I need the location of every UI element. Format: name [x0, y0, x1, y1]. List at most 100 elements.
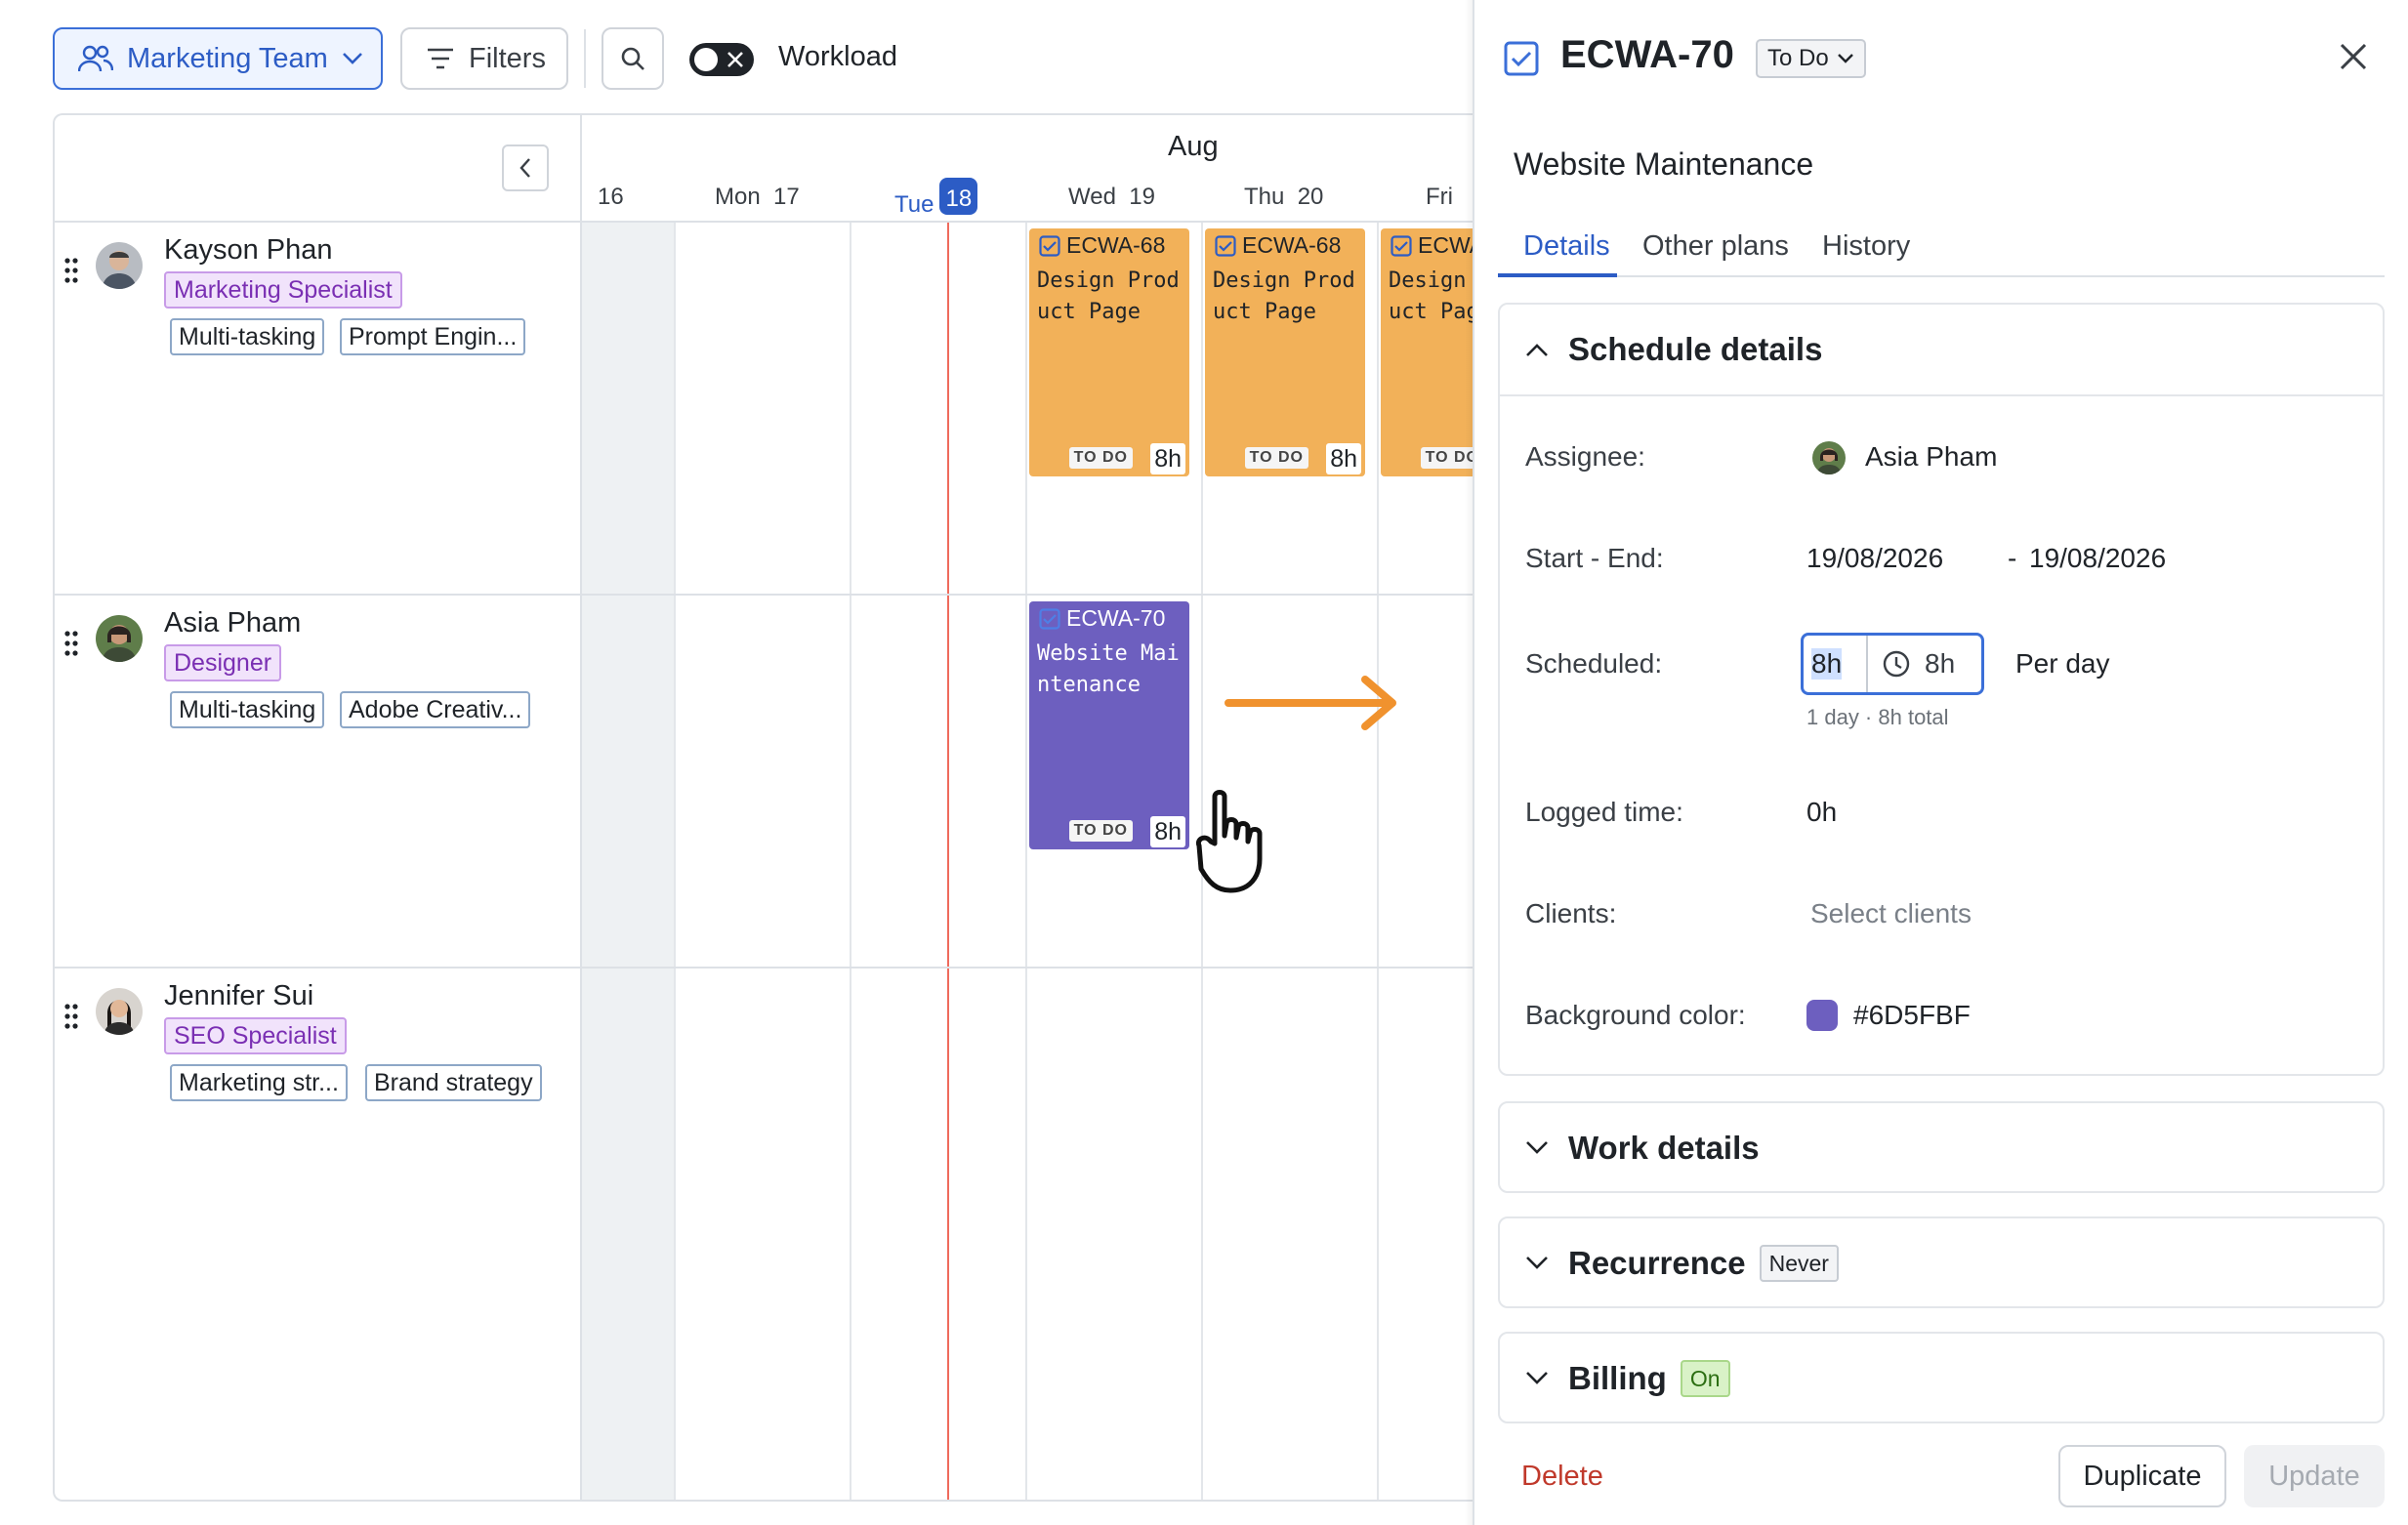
task-card[interactable]: ECWA-68 Design Product Page TO DO 8h: [1029, 228, 1189, 476]
search-button[interactable]: [602, 27, 664, 90]
status-dropdown[interactable]: To Do: [1756, 39, 1866, 78]
task-checkbox-icon[interactable]: [1504, 41, 1539, 76]
task-status-badge: TO DO: [1068, 820, 1133, 842]
recurrence-toggle[interactable]: Recurrence Never: [1525, 1218, 1839, 1308]
day-header[interactable]: Mon 17: [715, 184, 800, 211]
filters-button[interactable]: Filters: [400, 27, 568, 90]
clients-select[interactable]: Select clients: [1810, 898, 1972, 929]
section-divider: [1500, 394, 2383, 396]
task-hours: 8h: [1150, 816, 1185, 847]
scheduled-time-value: 8h: [1925, 648, 1956, 679]
task-id-heading: ECWA-70: [1560, 33, 1734, 76]
task-card-selected[interactable]: ECWA-70 Website Maintenance TO DO 8h: [1029, 601, 1189, 849]
panel-tabs: Details Other plans History: [1498, 227, 2385, 277]
recurrence-section[interactable]: Recurrence Never: [1498, 1216, 2385, 1308]
drag-direction-arrow-icon: [1225, 676, 1396, 730]
assignee-avatar: [1812, 441, 1846, 474]
task-status-badge: TO DO: [1244, 447, 1308, 469]
drag-handle-icon[interactable]: [64, 1004, 78, 1029]
scheduled-hours-input[interactable]: 8h 8h: [1801, 633, 1984, 695]
tab-details[interactable]: Details: [1523, 230, 1610, 263]
status-value: To Do: [1767, 45, 1829, 71]
skill-tag: Multi-tasking: [170, 318, 325, 355]
color-swatch[interactable]: [1806, 1000, 1838, 1031]
task-card[interactable]: ECWA-68 Design Product Page TO DO 8h: [1205, 228, 1365, 476]
day-header[interactable]: Wed 19: [1068, 184, 1155, 211]
close-icon[interactable]: [2338, 41, 2369, 72]
task-id: ECWA-68: [1242, 232, 1342, 258]
scheduled-time-field[interactable]: 8h: [1868, 648, 1955, 680]
avatar: [96, 242, 143, 289]
workload-toggle[interactable]: [689, 43, 754, 76]
section-title: Work details: [1568, 1130, 1760, 1166]
billing-section[interactable]: Billing On: [1498, 1332, 2385, 1423]
background-color-value[interactable]: #6D5FBF: [1853, 1000, 1971, 1031]
active-tab-indicator: [1498, 273, 1617, 277]
person-name: Asia Pham: [164, 607, 302, 639]
scheduled-label: Scheduled:: [1525, 648, 1663, 679]
search-icon: [621, 47, 644, 70]
scheduled-hours-field[interactable]: 8h: [1804, 636, 1868, 692]
skill-tag: Multi-tasking: [170, 691, 325, 728]
day-header-today[interactable]: Tue 18: [894, 178, 978, 221]
day-header[interactable]: Thu 20: [1244, 184, 1323, 211]
skill-tag: Adobe Creativ...: [340, 691, 531, 728]
team-selector-button[interactable]: Marketing Team: [53, 27, 383, 90]
task-checkbox-icon: [1039, 234, 1060, 257]
day-number: 20: [1297, 184, 1324, 210]
duplicate-button[interactable]: Duplicate: [2058, 1445, 2226, 1507]
task-hours: 8h: [1326, 443, 1361, 474]
role-badge: SEO Specialist: [164, 1017, 347, 1054]
schedule-details-toggle[interactable]: Schedule details: [1525, 305, 1822, 394]
tab-other-plans[interactable]: Other plans: [1642, 230, 1789, 263]
assignee-value[interactable]: Asia Pham: [1865, 441, 1997, 473]
day-header[interactable]: Fri: [1426, 184, 1453, 211]
recurrence-badge: Never: [1759, 1245, 1839, 1282]
skill-tag: Brand strategy: [365, 1064, 542, 1101]
task-id: ECWA-70: [1066, 605, 1166, 631]
start-date-input[interactable]: 19/08/2026: [1806, 543, 1943, 574]
day-header[interactable]: 16: [598, 184, 624, 211]
task-card-id-row: ECWA-70: [1039, 605, 1165, 632]
users-icon: [78, 45, 113, 72]
toolbar: Marketing Team Filters Workload: [0, 0, 1473, 113]
pointer-hand-icon: [1195, 790, 1263, 893]
clock-icon: [1883, 650, 1910, 678]
billing-toggle[interactable]: Billing On: [1525, 1334, 1730, 1423]
tab-history[interactable]: History: [1822, 230, 1910, 263]
day-number: 19: [1129, 184, 1155, 210]
work-details-section[interactable]: Work details: [1498, 1101, 2385, 1193]
work-details-toggle[interactable]: Work details: [1525, 1103, 1760, 1193]
today-indicator-line: [947, 221, 949, 1500]
toolbar-divider: [584, 29, 586, 88]
day-number: 16: [598, 184, 624, 210]
row-divider: [55, 967, 1473, 969]
day-divider: [850, 221, 851, 1500]
task-id: ECWA-68: [1066, 232, 1166, 258]
weekend-shading: [582, 221, 674, 1500]
scheduled-summary: 1 day · 8h total: [1806, 705, 1949, 729]
end-date-input[interactable]: 19/08/2026: [2029, 543, 2166, 574]
update-button[interactable]: Update: [2244, 1445, 2385, 1507]
collapse-sidebar-button[interactable]: [502, 144, 549, 191]
today-day-number: 18: [939, 178, 978, 215]
task-checkbox-icon: [1215, 234, 1236, 257]
delete-button[interactable]: Delete: [1521, 1461, 1603, 1493]
day-of-week: Mon: [715, 184, 761, 210]
person-name: Jennifer Sui: [164, 980, 314, 1011]
billing-badge: On: [1680, 1360, 1730, 1397]
scheduled-hours-value: 8h: [1811, 648, 1843, 680]
task-card[interactable]: ECWA-68 Design Product Page TO DO 8h: [1381, 228, 1473, 476]
task-title: Website Maintenance: [1037, 641, 1180, 697]
per-day-label: Per day: [2015, 648, 2110, 679]
toggle-knob: [694, 48, 718, 71]
filters-label: Filters: [469, 42, 546, 74]
chevron-left-icon: [519, 158, 530, 178]
section-title: Recurrence: [1568, 1245, 1746, 1281]
start-end-label: Start - End:: [1525, 543, 1664, 573]
drag-handle-icon[interactable]: [64, 631, 78, 656]
person-name: Kayson Phan: [164, 234, 333, 266]
drag-handle-icon[interactable]: [64, 258, 78, 283]
task-card-id-row: ECWA-68: [1215, 232, 1341, 259]
day-divider: [1377, 221, 1379, 1500]
